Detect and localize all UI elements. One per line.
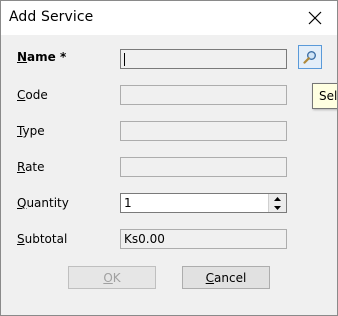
name-label-mnemonic: N xyxy=(17,50,28,64)
magnifier-icon xyxy=(303,51,316,64)
code-label: Code xyxy=(17,88,48,102)
quantity-value: 1 xyxy=(124,196,132,210)
arrow-up-icon xyxy=(274,196,281,201)
quantity-stepper[interactable]: 1 xyxy=(120,193,287,213)
subtotal-label-mnemonic: S xyxy=(17,232,25,246)
ok-button[interactable]: OK xyxy=(68,266,156,289)
rate-label-text: ate xyxy=(25,160,45,174)
close-button[interactable] xyxy=(293,1,337,35)
dialog-title: Add Service xyxy=(9,9,94,25)
quantity-decrement-button[interactable] xyxy=(268,203,286,212)
cancel-button-text: ancel xyxy=(214,270,247,285)
select-service-button[interactable] xyxy=(298,45,322,69)
arrow-down-icon xyxy=(274,205,281,210)
subtotal-value: Ks0.00 xyxy=(124,232,165,246)
code-input[interactable] xyxy=(120,85,287,105)
rate-label: Rate xyxy=(17,160,45,174)
name-label-text: ame * xyxy=(27,50,67,64)
type-label: Type xyxy=(17,124,45,138)
type-input[interactable] xyxy=(120,121,287,141)
quantity-label: Quantity xyxy=(17,196,69,210)
close-icon xyxy=(308,11,322,25)
cancel-button-mnemonic: C xyxy=(205,270,215,285)
ok-button-text: K xyxy=(112,270,121,285)
select-tooltip: Sele xyxy=(312,83,337,109)
add-service-dialog: Add Service Name * Sele Code Type Rate Q… xyxy=(0,0,338,316)
ok-button-mnemonic: O xyxy=(103,270,113,285)
name-label: Name * xyxy=(17,50,66,64)
text-caret xyxy=(124,53,125,66)
quantity-spinner xyxy=(268,194,286,212)
title-bar: Add Service xyxy=(1,1,337,35)
cancel-button[interactable]: Cancel xyxy=(182,266,270,289)
rate-label-mnemonic: R xyxy=(17,160,26,174)
subtotal-field: Ks0.00 xyxy=(120,229,287,249)
name-input[interactable] xyxy=(120,49,287,69)
quantity-label-text: uantity xyxy=(26,196,69,210)
subtotal-label: Subtotal xyxy=(17,232,67,246)
rate-input[interactable] xyxy=(120,157,287,177)
quantity-increment-button[interactable] xyxy=(268,194,286,203)
code-label-text: ode xyxy=(25,88,48,102)
type-label-text: ype xyxy=(22,124,45,138)
subtotal-label-text: ubtotal xyxy=(24,232,68,246)
